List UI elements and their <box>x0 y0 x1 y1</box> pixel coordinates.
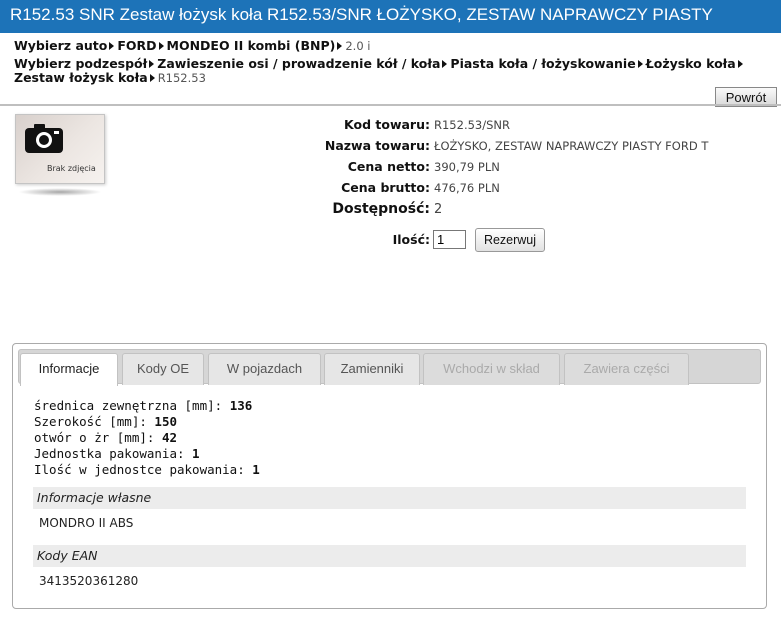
attribute-name: średnica zewnętrzna [mm]: <box>34 398 223 413</box>
breadcrumb-current: R152.53 <box>157 71 206 85</box>
quantity-input[interactable] <box>433 230 466 249</box>
arrow-right-icon <box>442 60 448 68</box>
tab-wchodzi-w-sklad: Wchodzi w skład <box>423 353 560 385</box>
name-label: Nazwa towaru: <box>324 138 430 153</box>
attributes-list: średnica zewnętrzna [mm]: 136 Szerokość … <box>34 398 260 478</box>
arrow-right-icon <box>149 74 155 82</box>
tab-informacje[interactable]: Informacje <box>20 353 118 386</box>
attribute-row: Szerokość [mm]: 150 <box>34 414 260 430</box>
no-photo-label: Brak zdjęcia <box>47 164 96 173</box>
arrow-right-icon <box>637 60 643 68</box>
attribute-value: 136 <box>229 398 253 413</box>
breadcrumb-link[interactable]: Piasta koła / łożyskowanie <box>450 56 635 71</box>
breadcrumb-link[interactable]: Zestaw łożysk koła <box>14 70 148 85</box>
gross-label-wrap: Cena brutto: <box>300 180 430 196</box>
breadcrumb-link[interactable]: MONDEO II kombi (BNP) <box>167 38 336 53</box>
breadcrumb-link[interactable]: Łożysko koła <box>646 56 736 71</box>
breadcrumb-link[interactable]: Zawieszenie osi / prowadzenie kół / koła <box>157 56 440 71</box>
breadcrumb-parts-label: Wybierz podzespół <box>14 56 148 71</box>
tab-w-pojazdach[interactable]: W pojazdach <box>208 353 321 385</box>
attribute-name: otwór o żr [mm]: <box>34 430 155 445</box>
name-label-wrap: Nazwa towaru: <box>300 138 430 154</box>
own-info-value: MONDRO II ABS <box>39 516 134 530</box>
details-panel: Informacje Kody OE W pojazdach Zamiennik… <box>12 343 767 609</box>
attribute-name: Jednostka pakowania: <box>34 446 185 461</box>
tab-strip: Informacje Kody OE W pojazdach Zamiennik… <box>18 349 761 386</box>
qty-label-wrap: Ilość: <box>360 232 430 248</box>
arrow-right-icon <box>109 42 115 50</box>
attribute-value: 1 <box>252 462 260 477</box>
avail-label-wrap: Dostępność: <box>300 201 430 219</box>
header-divider <box>0 104 781 106</box>
ean-value: 3413520361280 <box>39 574 139 588</box>
attribute-value: 1 <box>192 446 200 461</box>
breadcrumb-link[interactable]: FORD <box>117 38 156 53</box>
attribute-row: Jednostka pakowania: 1 <box>34 446 260 462</box>
attribute-row: średnica zewnętrzna [mm]: 136 <box>34 398 260 414</box>
tab-zawiera-czesci: Zawiera części <box>564 353 689 385</box>
net-price-value: 390,79 PLN <box>434 160 500 174</box>
attribute-value: 150 <box>154 414 177 429</box>
tab-kody-oe[interactable]: Kody OE <box>122 353 204 385</box>
product-photo-placeholder: Brak zdjęcia <box>15 114 105 184</box>
breadcrumb-current: 2.0 i <box>345 39 371 53</box>
gross-price-label: Cena brutto: <box>341 180 430 195</box>
ean-header: Kody EAN <box>33 545 746 567</box>
net-label-wrap: Cena netto: <box>300 159 430 175</box>
code-label: Kod towaru: <box>344 117 430 132</box>
attribute-row: Ilość w jednostce pakowania: 1 <box>34 462 260 478</box>
code-label-wrap: Kod towaru: <box>300 117 430 133</box>
attribute-row: otwór o żr [mm]: 42 <box>34 430 260 446</box>
page-title: R152.53 SNR Zestaw łożysk koła R152.53/S… <box>0 0 781 33</box>
net-price-label: Cena netto: <box>347 159 430 174</box>
attribute-value: 42 <box>161 430 178 445</box>
arrow-right-icon <box>149 60 155 68</box>
availability-label: Dostępność: <box>332 201 430 217</box>
availability-value: 2 <box>434 202 443 217</box>
camera-icon <box>25 124 63 153</box>
breadcrumb-parts: Wybierz podzespół Zawieszenie osi / prowa… <box>14 56 746 71</box>
photo-shadow <box>18 188 102 196</box>
attribute-name: Szerokość [mm]: <box>34 414 147 429</box>
arrow-right-icon <box>337 42 343 50</box>
attribute-name: Ilość w jednostce pakowania: <box>34 462 245 477</box>
quantity-label: Ilość: <box>392 232 430 247</box>
name-value: ŁOŻYSKO, ZESTAW NAPRAWCZY PIASTY FORD T <box>434 139 709 153</box>
breadcrumb-car-label: Wybierz auto <box>14 38 108 53</box>
breadcrumb-parts-line2: Zestaw łożysk koła R152.53 <box>14 70 206 85</box>
tab-zamienniki[interactable]: Zamienniki <box>324 353 420 385</box>
own-info-header: Informacje własne <box>33 487 746 509</box>
reserve-button[interactable]: Rezerwuj <box>475 228 545 252</box>
arrow-right-icon <box>158 42 164 50</box>
breadcrumb-car: Wybierz auto FORD MONDEO II kombi (BNP) 2.0… <box>14 38 370 53</box>
code-value: R152.53/SNR <box>434 118 510 132</box>
gross-price-value: 476,76 PLN <box>434 181 500 195</box>
arrow-right-icon <box>737 60 743 68</box>
